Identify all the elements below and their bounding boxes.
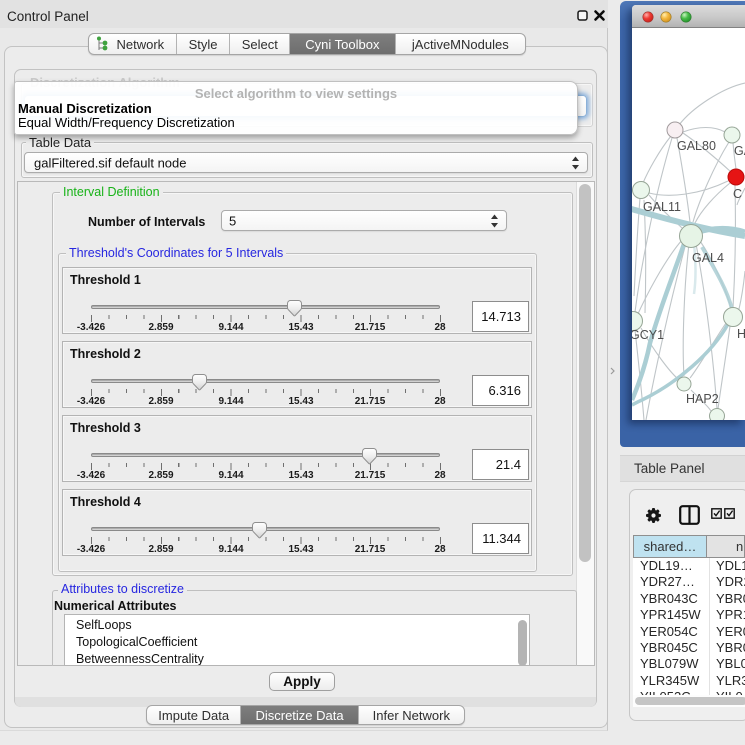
- svg-text:GAL11: GAL11: [643, 200, 681, 214]
- svg-text:GAL4: GAL4: [692, 251, 724, 265]
- svg-text:C: C: [733, 187, 742, 201]
- svg-text:HAP2: HAP2: [686, 392, 719, 406]
- svg-text:GCY1: GCY1: [632, 328, 664, 342]
- svg-text:GAL80: GAL80: [677, 139, 716, 153]
- svg-text:GA: GA: [734, 144, 745, 158]
- svg-text:H: H: [737, 327, 745, 341]
